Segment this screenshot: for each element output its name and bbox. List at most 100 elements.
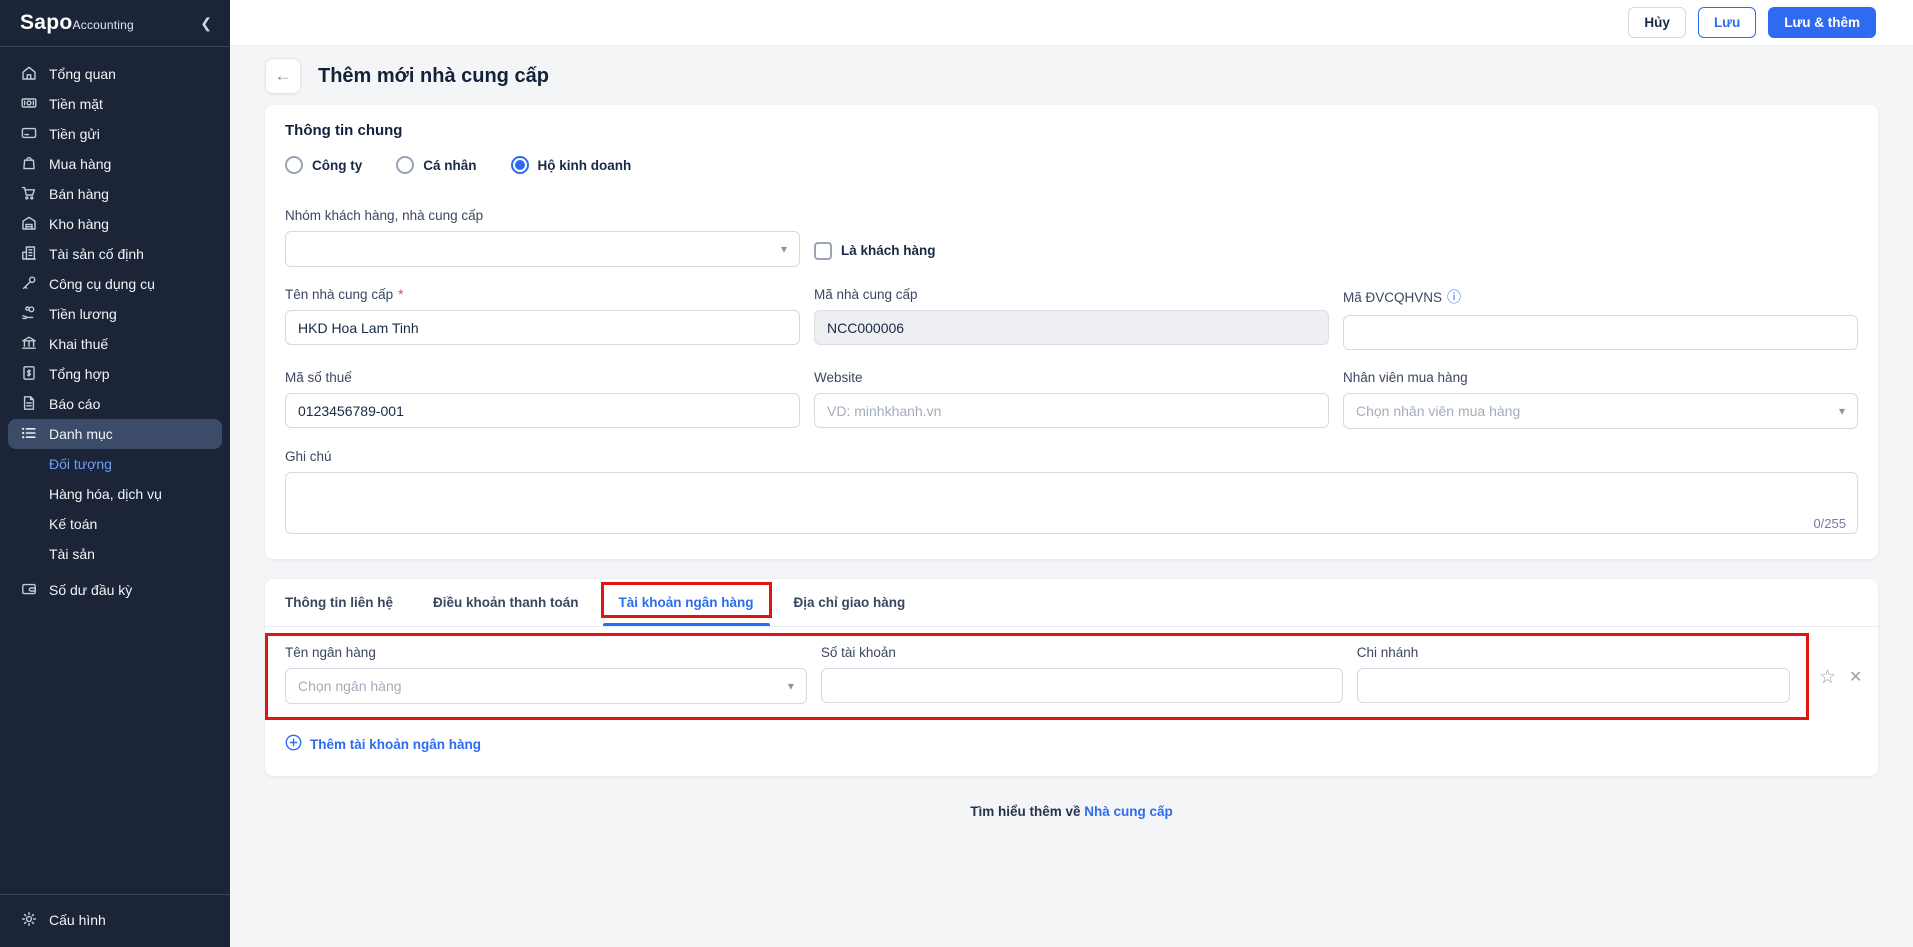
sidebar-item-label: Số dư đầu kỳ — [49, 582, 132, 598]
save-button[interactable]: Lưu — [1698, 7, 1756, 38]
website-input[interactable] — [814, 393, 1329, 428]
branch-input[interactable] — [1357, 668, 1790, 703]
sidebar-subitem-hang-hoa-dich-vu[interactable]: Hàng hóa, dịch vụ — [8, 479, 222, 509]
field-label: Tên ngân hàng — [285, 645, 807, 660]
sidebar-subitem-label: Tài sản — [49, 546, 95, 562]
radio-ca-nhan[interactable]: Cá nhân — [396, 156, 476, 174]
buyer-select[interactable]: Chọn nhân viên mua hàng ▾ — [1343, 393, 1858, 429]
learn-more-text: Tìm hiểu thêm về — [970, 804, 1080, 819]
radio-ho-kinh-doanh[interactable]: Hộ kinh doanh — [511, 156, 632, 174]
payroll-icon — [20, 304, 38, 325]
radio-icon[interactable] — [285, 156, 303, 174]
customer-group-field: Nhóm khách hàng, nhà cung cấp ▾ — [285, 208, 800, 267]
customer-group-select[interactable]: ▾ — [285, 231, 800, 267]
supplier-type-radio-group: Công ty Cá nhân Hộ kinh doanh — [285, 156, 1858, 174]
bank-name-select[interactable]: Chọn ngân hàng ▾ — [285, 668, 807, 704]
bank-card-icon — [20, 124, 38, 145]
bank-row-actions: ☆ ✕ — [1819, 668, 1862, 687]
report-icon — [20, 394, 38, 415]
tax-code-input[interactable] — [285, 393, 800, 428]
supplier-name-field: Tên nhà cung cấp * — [285, 287, 800, 350]
tab-dieu-khoan-thanh-toan[interactable]: Điều khoản thanh toán — [413, 579, 599, 626]
sidebar-collapse-icon[interactable]: ❮ — [200, 16, 212, 30]
radio-cong-ty[interactable]: Công ty — [285, 156, 362, 174]
tab-dia-chi-giao-hang[interactable]: Địa chỉ giao hàng — [774, 579, 926, 626]
sidebar-item-danh-muc[interactable]: Danh mục — [8, 419, 222, 449]
tools-icon — [20, 274, 38, 295]
field-label: Tên nhà cung cấp * — [285, 287, 800, 302]
char-counter: 0/255 — [1813, 516, 1846, 531]
sidebar-item-label: Tiền gửi — [49, 126, 100, 142]
sidebar-subitem-tai-san[interactable]: Tài sản — [8, 539, 222, 569]
sidebar-item-label: Tiền mặt — [49, 96, 103, 112]
sidebar-item-cau-hinh[interactable]: Cấu hình — [8, 905, 222, 935]
cancel-button[interactable]: Hủy — [1628, 7, 1686, 38]
star-icon[interactable]: ☆ — [1819, 668, 1836, 687]
sidebar-item-cong-cu-dung-cu[interactable]: Công cụ dụng cụ — [8, 269, 222, 299]
section-title: Thông tin chung — [285, 122, 1858, 139]
sidebar-item-ban-hang[interactable]: Bán hàng — [8, 179, 222, 209]
radio-icon[interactable] — [396, 156, 414, 174]
radio-label: Hộ kinh doanh — [538, 158, 632, 173]
tab-thong-tin-lien-he[interactable]: Thông tin liên hệ — [285, 579, 413, 626]
sidebar-nav: Tổng quan Tiền mặt Tiền gửi Mua hàng Bán… — [0, 47, 230, 894]
supplier-help-link[interactable]: Nhà cung cấp — [1084, 804, 1173, 819]
building-icon — [20, 244, 38, 265]
buyer-field: Nhân viên mua hàng Chọn nhân viên mua hà… — [1343, 370, 1858, 429]
brand-name: Sapo — [20, 11, 73, 34]
sidebar-item-tien-mat[interactable]: Tiền mặt — [8, 89, 222, 119]
label-text: Mã ĐVCQHVNS — [1343, 290, 1442, 305]
supplier-name-input[interactable] — [285, 310, 800, 345]
sidebar-item-label: Tổng quan — [49, 66, 116, 82]
note-field: Ghi chú 0/255 — [285, 449, 1858, 539]
bank-account-row: Tên ngân hàng Chọn ngân hàng ▾ Số tài kh… — [265, 633, 1878, 720]
label-text: Tên nhà cung cấp — [285, 287, 393, 302]
sidebar-item-khai-thue[interactable]: Khai thuế — [8, 329, 222, 359]
required-asterisk: * — [398, 287, 403, 302]
sidebar-item-label: Kho hàng — [49, 216, 109, 232]
info-icon[interactable]: ⓘ — [1447, 287, 1461, 307]
checkbox-label: Là khách hàng — [841, 243, 936, 258]
radio-icon-checked[interactable] — [511, 156, 529, 174]
add-bank-account-link[interactable]: Thêm tài khoản ngân hàng — [285, 734, 481, 754]
red-annotation-box-fields: Tên ngân hàng Chọn ngân hàng ▾ Số tài kh… — [265, 633, 1809, 720]
back-button[interactable]: ← — [265, 58, 301, 94]
field-label: Mã nhà cung cấp — [814, 287, 1329, 302]
is-customer-checkbox-wrap[interactable]: Là khách hàng — [814, 234, 1329, 267]
sidebar-subitem-ke-toan[interactable]: Kế toán — [8, 509, 222, 539]
sidebar-subitem-doi-tuong[interactable]: Đối tượng — [8, 449, 222, 479]
sidebar-item-tai-san-co-dinh[interactable]: Tài sản cố định — [8, 239, 222, 269]
sidebar-item-tong-quan[interactable]: Tổng quan — [8, 59, 222, 89]
sidebar-item-bao-cao[interactable]: Báo cáo — [8, 389, 222, 419]
sidebar-item-tien-gui[interactable]: Tiền gửi — [8, 119, 222, 149]
website-field: Website — [814, 370, 1329, 429]
sidebar-item-label: Báo cáo — [49, 396, 100, 412]
warehouse-icon — [20, 214, 38, 235]
tab-tai-khoan-ngan-hang[interactable]: Tài khoản ngân hàng — [599, 579, 774, 626]
chevron-down-icon: ▾ — [788, 680, 794, 692]
note-textarea[interactable] — [285, 472, 1858, 534]
is-customer-checkbox[interactable] — [814, 242, 832, 260]
bank-name-field: Tên ngân hàng Chọn ngân hàng ▾ — [285, 645, 807, 704]
sidebar-header: SapoAccounting ❮ — [0, 0, 230, 47]
sidebar-item-tien-luong[interactable]: Tiền lương — [8, 299, 222, 329]
sidebar-item-mua-hang[interactable]: Mua hàng — [8, 149, 222, 179]
account-number-input[interactable] — [821, 668, 1343, 703]
field-label: Nhân viên mua hàng — [1343, 370, 1858, 385]
sidebar-item-so-du-dau-ky[interactable]: Số dư đầu kỳ — [8, 575, 222, 605]
sidebar-item-tong-hop[interactable]: Tổng hợp — [8, 359, 222, 389]
sidebar-item-label: Tổng hợp — [49, 366, 110, 382]
add-link-label: Thêm tài khoản ngân hàng — [310, 737, 481, 752]
shopping-bag-icon — [20, 154, 38, 175]
back-arrow-icon: ← — [275, 66, 292, 86]
app-logo: SapoAccounting — [20, 11, 134, 35]
field-label: Chi nhánh — [1357, 645, 1790, 660]
close-icon[interactable]: ✕ — [1849, 670, 1862, 686]
dvcqhvns-input[interactable] — [1343, 315, 1858, 350]
save-and-add-button[interactable]: Lưu & thêm — [1768, 7, 1876, 38]
tax-code-field: Mã số thuế — [285, 370, 800, 429]
sidebar-item-label: Mua hàng — [49, 156, 111, 172]
sidebar-footer: Cấu hình — [0, 894, 230, 947]
sidebar-item-kho-hang[interactable]: Kho hàng — [8, 209, 222, 239]
cart-icon — [20, 184, 38, 205]
